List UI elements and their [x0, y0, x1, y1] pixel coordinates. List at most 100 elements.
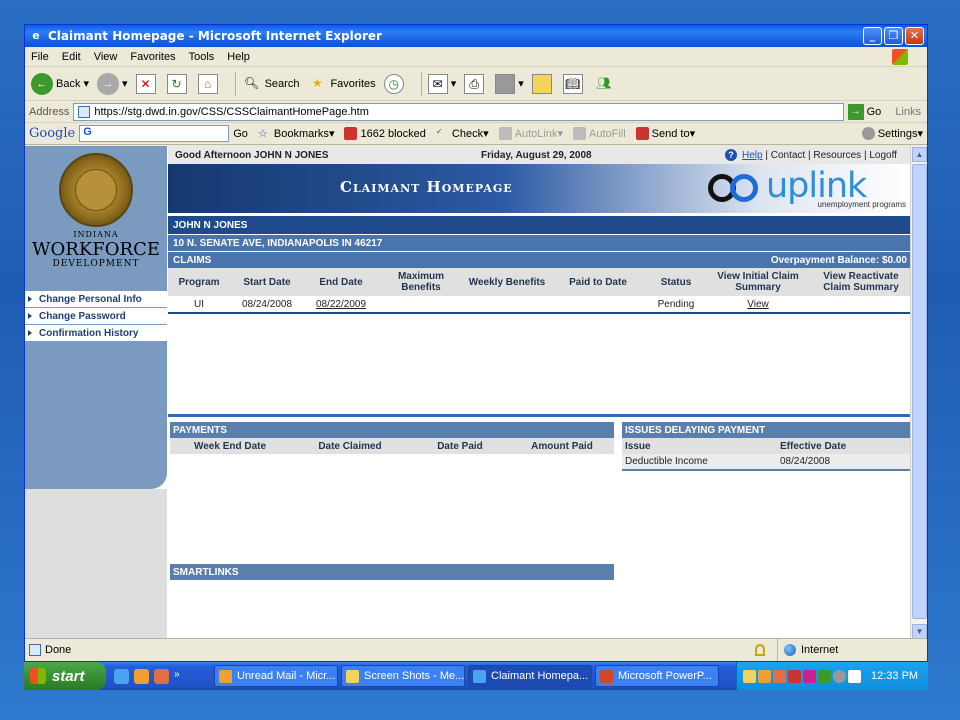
page-content: INDIANA WORKFORCE DEVELOPMENT Change Per… — [25, 146, 912, 640]
favorites-button[interactable]: ★ Favorites — [307, 74, 376, 94]
bookmarks-button[interactable]: ☆ Bookmarks ▾ — [258, 127, 335, 141]
triangle-right-icon — [28, 296, 32, 302]
tray-app-icon[interactable] — [818, 669, 831, 683]
sendto-button[interactable]: Send to ▾ — [635, 127, 695, 140]
back-button[interactable]: ← Back ▾ — [31, 72, 89, 95]
tray-app-icon[interactable] — [758, 669, 771, 683]
scroll-thumb[interactable] — [912, 164, 927, 619]
notes-button[interactable] — [531, 73, 555, 94]
taskbar-item-claimant[interactable]: Claimant Homepa... — [468, 665, 592, 687]
window-title: Claimant Homepage - Microsoft Internet E… — [48, 29, 382, 43]
page-icon — [29, 644, 41, 656]
links-toolbar[interactable]: Links — [895, 106, 921, 118]
forward-button[interactable]: → ▾ — [97, 72, 128, 95]
home-button[interactable]: ⌂ — [197, 73, 221, 94]
history-button[interactable]: ◷ — [383, 73, 407, 94]
edit-button[interactable]: ▾ — [495, 73, 524, 94]
taskbar-item-screenshots[interactable]: Screen Shots - Me... — [341, 665, 465, 687]
minimize-button[interactable]: _ — [863, 27, 882, 45]
mail-button[interactable]: ✉ ▾ — [427, 73, 456, 94]
windows-flag-icon — [892, 49, 908, 65]
tray-app-icon[interactable] — [788, 669, 801, 683]
contact-link[interactable]: Contact — [771, 150, 805, 161]
print-button[interactable]: ⎙ — [464, 73, 487, 94]
claims-table: Program Start Date End Date Maximum Bene… — [168, 268, 912, 314]
agency-line3: DEVELOPMENT — [52, 259, 140, 269]
triangle-right-icon — [28, 330, 32, 336]
toolbar-separator — [420, 71, 422, 96]
claims-header-row: Program Start Date End Date Maximum Bene… — [168, 268, 912, 296]
ie-icon[interactable] — [114, 668, 129, 684]
tray-app-icon[interactable] — [803, 669, 816, 683]
stop-button[interactable]: ✕ — [135, 73, 159, 94]
end-date-link[interactable]: 08/22/2009 — [316, 299, 366, 310]
taskbar-item-mail[interactable]: Unread Mail - Micr... — [214, 665, 338, 687]
uplink-logo: uplink unemployment programs — [708, 166, 908, 210]
globe-icon — [784, 644, 796, 656]
autolink-button[interactable]: AutoLink ▾ — [498, 127, 563, 140]
start-button[interactable]: start — [24, 662, 106, 690]
menu-file[interactable]: File — [31, 51, 49, 63]
go-arrow-icon: → — [847, 103, 864, 120]
popup-blocker[interactable]: 1662 blocked — [344, 127, 426, 140]
menu-view[interactable]: View — [94, 51, 118, 63]
menu-tools[interactable]: Tools — [189, 51, 215, 63]
scroll-down-button[interactable]: ▼ — [912, 624, 927, 639]
refresh-button[interactable]: ↻ — [166, 73, 190, 94]
left-background — [25, 489, 167, 640]
nav-confirmation-history[interactable]: Confirmation History — [25, 325, 167, 342]
taskbar: start » Unread Mail - Micr... Screen Sho… — [24, 662, 928, 690]
chevron-right-icon[interactable]: » — [174, 669, 189, 684]
settings-button[interactable]: Settings ▾ — [861, 127, 923, 140]
greeting: Good Afternoon JOHN N JONES — [175, 149, 329, 161]
outlook-icon[interactable] — [134, 668, 149, 684]
agency-line1: INDIANA — [73, 230, 119, 239]
issues-header-row: Issue Effective Date — [622, 438, 912, 454]
menu-edit[interactable]: Edit — [62, 51, 81, 63]
research-button[interactable]: 📖︎ — [562, 73, 586, 94]
google-go-button[interactable]: Go — [233, 128, 248, 140]
spellcheck-icon: ✓ — [435, 127, 443, 136]
vertical-scrollbar[interactable]: ▲ ▼ — [910, 146, 927, 640]
taskbar-item-powerpoint[interactable]: Microsoft PowerP... — [595, 665, 719, 687]
scroll-up-button[interactable]: ▲ — [912, 147, 927, 162]
nav-change-personal-info[interactable]: Change Personal Info — [25, 291, 167, 308]
firefox-icon[interactable] — [154, 668, 169, 684]
back-arrow-icon: ← — [31, 72, 53, 95]
claim-status: Pending — [657, 298, 695, 310]
search-button[interactable]: 🔍︎ Search — [242, 74, 299, 94]
autofill-button[interactable]: AutoFill — [572, 127, 626, 140]
tray-mail-icon[interactable] — [743, 669, 756, 683]
menu-favorites[interactable]: Favorites — [130, 51, 175, 63]
forward-arrow-icon: → — [97, 72, 120, 95]
address-input[interactable]: https://stg.dwd.in.gov/CSS/CSSClaimantHo… — [73, 102, 844, 121]
messenger-button[interactable]: 👥︎ — [594, 74, 617, 94]
help-link[interactable]: Help — [742, 150, 763, 161]
page-title: Claimant Homepage — [340, 178, 513, 196]
section-divider — [168, 414, 912, 417]
col-start-date: Start Date — [230, 268, 304, 296]
menu-help[interactable]: Help — [227, 51, 250, 63]
tray-app-icon[interactable] — [773, 669, 786, 683]
agency-line2: WORKFORCE — [32, 239, 160, 260]
status-bar: Done Internet — [25, 638, 927, 661]
tray-network-icon[interactable] — [848, 669, 861, 683]
google-search-input[interactable]: G — [79, 125, 230, 142]
tray-app-icon[interactable] — [833, 669, 846, 683]
resources-link[interactable]: Resources — [813, 150, 861, 161]
close-button[interactable]: ✕ — [905, 27, 924, 45]
payments-title: PAYMENTS — [170, 422, 614, 438]
view-claim-summary-link[interactable]: View — [747, 299, 769, 310]
spellcheck-button[interactable]: ✓ Check ▾ — [436, 127, 489, 140]
title-bar[interactable]: e Claimant Homepage - Microsoft Internet… — [25, 25, 927, 47]
help-icon: ? — [725, 149, 737, 161]
claims-header: CLAIMS Overpayment Balance: $0.00 — [168, 251, 912, 268]
claims-title: CLAIMS — [173, 254, 212, 266]
maximize-button[interactable]: ❐ — [884, 27, 903, 45]
smartlinks-title: SMARTLINKS — [170, 564, 614, 580]
go-button[interactable]: → Go — [847, 103, 881, 120]
logoff-link[interactable]: Logoff — [869, 150, 897, 161]
nav-change-password[interactable]: Change Password — [25, 308, 167, 325]
clock[interactable]: 12:33 PM — [871, 670, 918, 682]
col-program: Program — [168, 268, 230, 296]
